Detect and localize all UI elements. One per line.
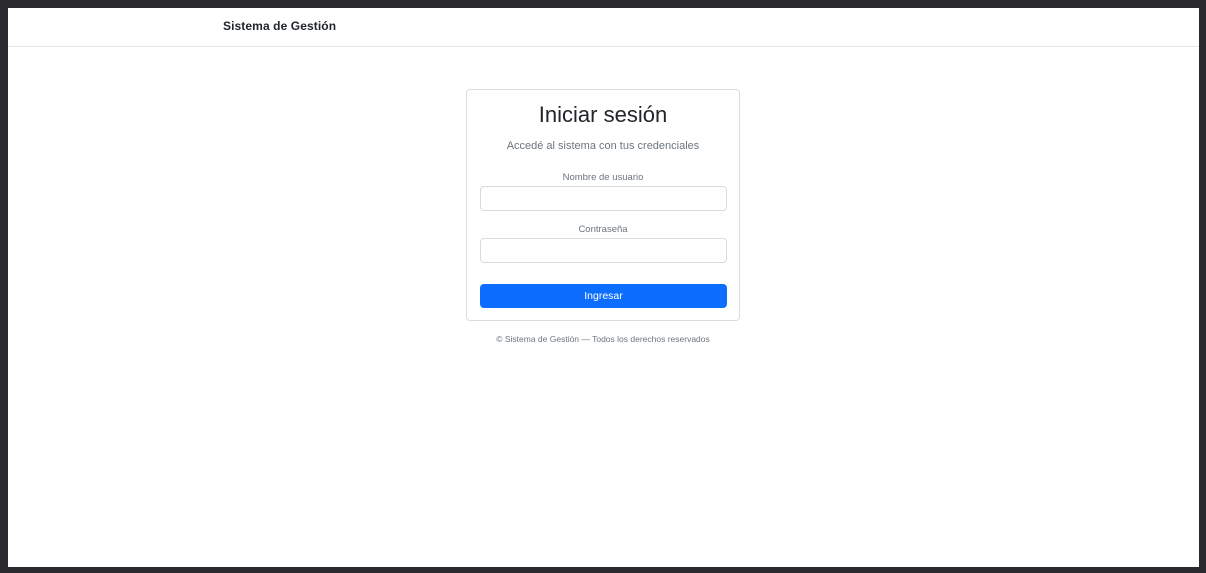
login-subtitle: Accedé al sistema con tus credenciales (506, 140, 700, 152)
password-input[interactable] (480, 238, 727, 263)
login-submit-button[interactable]: Ingresar (480, 284, 727, 308)
username-label: Nombre de usuario (562, 172, 644, 183)
navbar: Sistema de Gestión (8, 8, 1199, 47)
browser-viewport: Sistema de Gestión Iniciar sesión Accedé… (8, 8, 1199, 567)
login-title: Iniciar sesión (538, 102, 668, 127)
password-label: Contraseña (578, 224, 628, 235)
footer-copyright: © Sistema de Gestión — Todos los derecho… (496, 334, 710, 344)
navbar-brand[interactable]: Sistema de Gestión (223, 19, 336, 33)
login-card: Iniciar sesión Accedé al sistema con tus… (466, 89, 740, 321)
username-input[interactable] (480, 186, 727, 211)
